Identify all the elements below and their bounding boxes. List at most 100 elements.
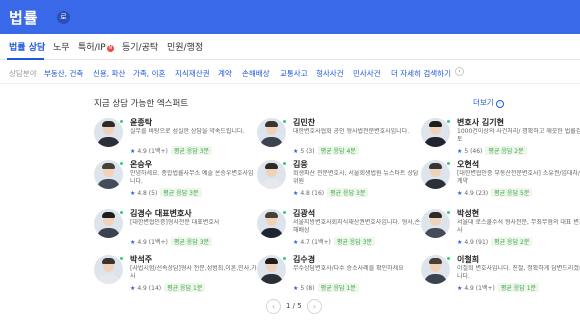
response-time-badge: 평균 응답 1분	[497, 283, 540, 292]
expert-card[interactable]: 온승우 안녕하세요. 종합법률사무소 예솔 온승우변호사입니다. ★ 4.8 (5)…	[94, 160, 254, 200]
expert-meta: ★ 4.9 (91) 평균 응답 2분	[457, 237, 533, 246]
star-icon: ★	[293, 190, 299, 197]
chevron-right-icon[interactable]: ›	[455, 67, 464, 76]
expert-card[interactable]: 김웅 회생파산 전문변호사, 서울회생법원 뉴스타트 상담위원 ★ 4.8 (16)…	[257, 160, 418, 200]
category-item[interactable]: 신용, 파산	[93, 68, 125, 79]
star-icon: ★	[130, 190, 136, 197]
response-time-badge: 평균 응답 2분	[491, 237, 533, 246]
expert-card[interactable]: 윤종탁 실무를 바탕으로 성실한 상담을 약속드립니다. ★ 4.9 (1백+) 평균…	[94, 118, 254, 158]
new-badge: N	[106, 45, 114, 52]
expert-meta: ★ 4.7 (1백+) 평균 응답 3분	[293, 237, 376, 246]
expert-rating: 5	[300, 148, 305, 155]
expert-name: 이철희	[457, 255, 480, 264]
expert-description: 서울대 로스쿨수석 형사전문, 무죄무혐의 대표 변호사	[457, 219, 580, 234]
online-status-dot	[119, 256, 124, 261]
expert-name: 변호사 김기현	[457, 118, 504, 127]
star-icon: ★	[293, 239, 299, 246]
expert-name: 오현석	[457, 160, 480, 169]
more-label: 더보기	[473, 98, 494, 107]
expert-review-count: (1백+)	[148, 148, 168, 155]
expert-card[interactable]: 박석주 [사법시험/선속상담]형사 전문,성범죄,이혼,민사,가사 ★ 4.9 (1…	[94, 255, 257, 295]
expert-rating: 4.9	[137, 239, 147, 246]
response-time-badge: 평균 응답 3분	[160, 188, 202, 197]
expert-card[interactable]: 김수경 무수상담변호사/다수 승소사례를 확인하세요 ★ 5 (8) 평균 응답 1분	[257, 255, 417, 295]
tab-labor[interactable]: 노무	[53, 40, 70, 53]
expert-rating: 4.8	[137, 190, 147, 197]
category-item[interactable]: 계약	[218, 68, 232, 79]
expert-card[interactable]: 변호사 김기현 1000건이상의 사건처리/ 명확하고 깨끗한 법률검토 ★ 5 (…	[421, 118, 580, 158]
category-item[interactable]: 지식재산권	[175, 68, 210, 79]
response-time-badge: 평균 응답 3분	[170, 237, 213, 246]
star-icon: ★	[130, 285, 136, 292]
expert-meta: ★ 4.9 (1백+) 평균 응답 1분	[457, 283, 540, 292]
tab-patent-ip-label: 특허/IP	[78, 43, 106, 53]
star-icon: ★	[457, 239, 463, 246]
response-time-badge: 평균 응답 1분	[164, 283, 206, 292]
expert-rating: 4.9	[464, 239, 474, 246]
category-item[interactable]: 손해배상	[242, 68, 270, 79]
expert-card[interactable]: 김광석 서울지방변호사회지식재산권변호사입니다. 형사,손해배상 ★ 4.7 (1백…	[257, 209, 420, 249]
expert-card[interactable]: 김민찬 대한변호사협회 공인 형사법전문변호사입니다. ★ 5 (3) 평균 응답 4…	[257, 118, 417, 158]
expert-meta: ★ 4.9 (14) 평균 응답 1분	[130, 283, 206, 292]
expert-description: 실무를 바탕으로 성실한 상담을 약속드립니다.	[130, 128, 245, 135]
expert-name: 김웅	[293, 160, 308, 169]
expert-description: 서울지방변호사회지식재산권변호사입니다. 형사,손해배상	[293, 219, 421, 234]
expert-review-count: (1백+)	[148, 239, 168, 246]
expert-review-count: (91)	[475, 239, 489, 246]
expert-meta: ★ 5 (46) 평균 응답 2분	[457, 146, 527, 155]
expert-rating: 4.8	[300, 190, 310, 197]
expert-card[interactable]: 김경수 대표변호사 [대한변협인증]형사전문 대표변호사 ★ 4.9 (1백+) 평균…	[94, 209, 254, 249]
response-time-badge: 평균 응답 1분	[317, 283, 359, 292]
expert-card[interactable]: 이철희 이철희 변호사입니다. 친절, 정확하게 답변드리겠습니다. ★ 4.9 (…	[421, 255, 580, 295]
category-bar: 상담분야 부동산, 건축 신용, 파산 가족, 이혼 지식재산권 계약 손해배상…	[0, 60, 580, 84]
category-item[interactable]: 가족, 이혼	[133, 68, 165, 79]
section-title: 지금 상담 가능한 엑스퍼트	[94, 99, 189, 109]
star-icon: ★	[293, 285, 299, 292]
expert-rating: 4.9	[137, 148, 147, 155]
expert-review-count: (5)	[148, 190, 158, 197]
expert-card[interactable]: 오현석 [대한변협인증 부동산전문변호사] 소유권/임대차/계약 ★ 4.9 (23…	[421, 160, 580, 200]
more-link[interactable]: 더보기 ›	[473, 97, 504, 108]
chevron-right-icon[interactable]: ›	[307, 299, 322, 314]
star-icon: ★	[457, 190, 463, 197]
category-item[interactable]: 민사사건	[353, 68, 381, 79]
chevron-left-icon[interactable]: ‹	[266, 299, 281, 314]
response-time-badge: 평균 응답 3분	[333, 237, 376, 246]
header-badge[interactable]: 로	[57, 11, 70, 24]
category-item[interactable]: 형사사건	[316, 68, 344, 79]
expert-name: 김수경	[293, 255, 316, 264]
expert-card[interactable]: 박성현 서울대 로스쿨수석 형사전문, 무죄무혐의 대표 변호사 ★ 4.9 (91…	[421, 209, 580, 249]
star-icon: ★	[457, 285, 463, 292]
expert-meta: ★ 5 (8) 평균 응답 1분	[293, 283, 359, 292]
page-title: 법률	[9, 9, 39, 27]
online-status-dot	[282, 256, 287, 261]
expert-name: 윤종탁	[130, 118, 153, 127]
expert-description: 1000건이상의 사건처리/ 명확하고 깨끗한 법률검토	[457, 128, 580, 143]
online-status-dot	[282, 210, 287, 215]
expert-description: [사법시험/선속상담]형사 전문,성범죄,이혼,민사,가사	[130, 265, 257, 280]
tab-legal-consult[interactable]: 법률 상담	[9, 40, 45, 53]
tab-patent-ip[interactable]: 특허/IP N	[78, 40, 114, 53]
star-icon: ★	[130, 148, 136, 155]
expert-name: 김광석	[293, 209, 316, 218]
category-item[interactable]: 교통사고	[280, 68, 308, 79]
online-status-dot	[282, 119, 287, 124]
expert-meta: ★ 4.9 (1백+) 평균 응답 3분	[130, 146, 213, 155]
tab-civil-admin[interactable]: 민원/행정	[167, 40, 203, 53]
expert-description: [대한변협인증]형사전문 대표변호사	[130, 219, 220, 226]
response-time-badge: 평균 응답 3분	[327, 188, 369, 197]
expert-rating: 4.9	[464, 285, 474, 292]
online-status-dot	[119, 161, 124, 166]
expert-description: 회생파산 전문변호사, 서울회생법원 뉴스타트 상담위원	[293, 170, 419, 185]
tab-registry[interactable]: 등기/공탁	[122, 40, 158, 53]
expert-name: 온승우	[130, 160, 153, 169]
star-icon: ★	[293, 148, 299, 155]
category-item-more-search[interactable]: 더 자세히 검색하기	[391, 68, 451, 79]
expert-rating: 5	[300, 285, 305, 292]
expert-description: 대한변호사협회 공인 형사법전문변호사입니다.	[293, 128, 410, 135]
response-time-badge: 평균 응답 2분	[485, 146, 527, 155]
online-status-dot	[446, 210, 451, 215]
category-item[interactable]: 부동산, 건축	[44, 68, 83, 79]
expert-name: 김민찬	[293, 118, 316, 127]
star-icon: ★	[457, 148, 463, 155]
